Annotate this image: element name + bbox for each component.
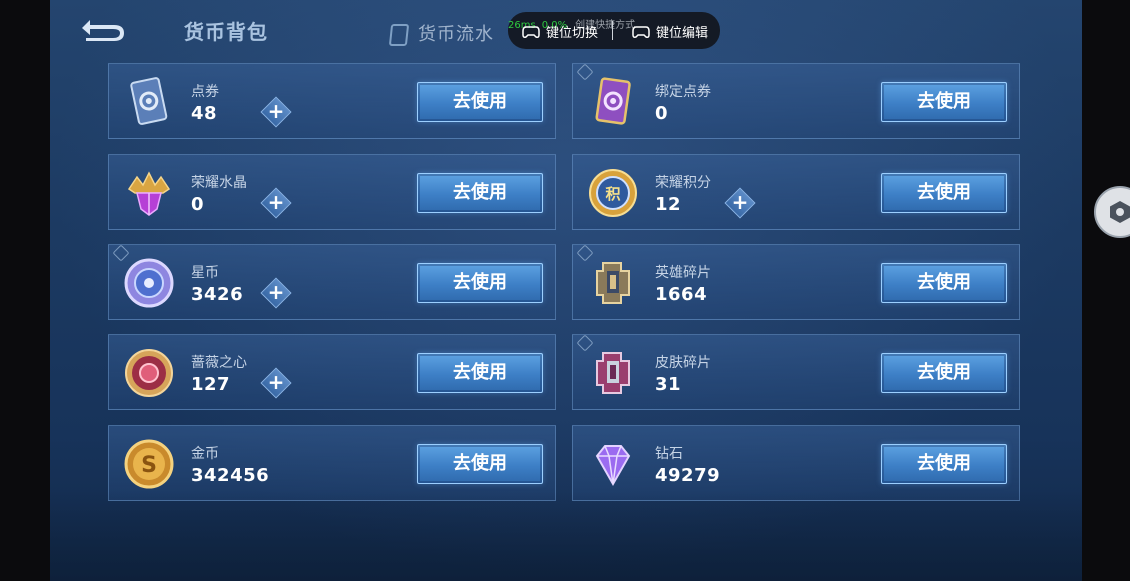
use-button[interactable]: 去使用 (881, 444, 1007, 484)
svg-text:S: S (141, 453, 157, 478)
plus-icon: + (267, 99, 285, 123)
hexagon-icon (1110, 201, 1130, 223)
plus-icon: + (267, 280, 285, 304)
rose-heart-icon (125, 349, 173, 397)
currency-card-ticket: 点券 48 + 去使用 (108, 63, 556, 139)
tab-currency-flow-label: 货币流水 (418, 24, 494, 45)
key-edit-button[interactable]: 键位编辑 (632, 22, 708, 41)
currency-card-rose-heart: 蔷薇之心 127 + 去使用 (108, 334, 556, 410)
use-button[interactable]: 去使用 (417, 173, 543, 213)
floating-assist-button[interactable] (1094, 186, 1130, 238)
currency-card-glory-points: 积 荣耀积分 12 + 去使用 (572, 154, 1020, 230)
plus-icon: + (267, 370, 285, 394)
currency-value: 0 (191, 194, 205, 215)
currency-card-bound-ticket: 绑定点券 0 去使用 (572, 63, 1020, 139)
plus-icon: + (267, 190, 285, 214)
use-button[interactable]: 去使用 (881, 263, 1007, 303)
currency-value: 48 (191, 103, 218, 124)
use-button[interactable]: 去使用 (417, 263, 543, 303)
currency-value: 3426 (191, 284, 244, 305)
purple-ticket-card-icon (595, 77, 631, 125)
currency-card-hero-shard: 英雄碎片 1664 去使用 (572, 244, 1020, 320)
star-coin-icon (124, 258, 174, 308)
add-rose-heart-button[interactable]: + (260, 367, 292, 399)
key-mapping-toolbar: 26ms 0.0% 创建快捷方式 键位切换 键位编辑 (508, 12, 720, 49)
currency-name: 荣耀积分 (655, 175, 711, 191)
currency-name: 蔷薇之心 (191, 355, 247, 371)
currency-name: 荣耀水晶 (191, 175, 247, 191)
currency-value: 342456 (191, 465, 270, 486)
add-crystal-button[interactable]: + (260, 187, 292, 219)
currency-value: 1664 (655, 284, 708, 305)
toolbar-divider (612, 21, 613, 40)
back-button[interactable] (76, 14, 128, 46)
currency-name: 点券 (191, 84, 219, 100)
use-button[interactable]: 去使用 (417, 444, 543, 484)
currency-card-skin-shard: 皮肤碎片 31 去使用 (572, 334, 1020, 410)
gamepad-icon (632, 25, 650, 38)
hero-shard-icon (596, 262, 630, 304)
currency-card-star-coin: 星币 3426 + 去使用 (108, 244, 556, 320)
add-glory-points-button[interactable]: + (724, 187, 756, 219)
back-arrow-icon (82, 20, 124, 41)
currency-card-crystal: 荣耀水晶 0 + 去使用 (108, 154, 556, 230)
plus-icon: + (731, 190, 749, 214)
gold-coin-icon: S (124, 439, 174, 489)
use-button[interactable]: 去使用 (881, 173, 1007, 213)
currency-name: 英雄碎片 (655, 265, 711, 281)
game-screen: 货币背包 货币流水 点券 48 + 去使用 荣耀水晶 0 + 去使用 星币 34… (50, 0, 1082, 581)
glory-points-medal-icon: 积 (589, 169, 637, 217)
currency-value: 49279 (655, 465, 721, 486)
currency-value: 12 (655, 194, 682, 215)
currency-name: 钻石 (655, 446, 683, 462)
use-button[interactable]: 去使用 (881, 82, 1007, 122)
key-switch-button[interactable]: 键位切换 (522, 22, 598, 41)
use-button[interactable]: 去使用 (417, 353, 543, 393)
skin-shard-icon (596, 352, 630, 394)
gamepad-icon (522, 25, 540, 38)
currency-name: 金币 (191, 446, 219, 462)
currency-name: 绑定点券 (655, 84, 711, 100)
diamond-icon (595, 445, 631, 487)
currency-name: 星币 (191, 265, 219, 281)
flow-doc-icon (388, 24, 410, 46)
add-star-coin-button[interactable]: + (260, 277, 292, 309)
currency-value: 127 (191, 374, 231, 395)
svg-text:积: 积 (605, 185, 620, 203)
ticket-card-icon (130, 77, 168, 125)
add-ticket-button[interactable]: + (260, 96, 292, 128)
currency-card-diamond: 钻石 49279 去使用 (572, 425, 1020, 501)
key-switch-label: 键位切换 (546, 26, 599, 41)
use-button[interactable]: 去使用 (881, 353, 1007, 393)
glory-crystal-icon (127, 171, 171, 216)
currency-name: 皮肤碎片 (655, 355, 711, 371)
tab-currency-bag[interactable]: 货币背包 (184, 16, 268, 45)
use-button[interactable]: 去使用 (417, 82, 543, 122)
tab-currency-flow[interactable]: 货币流水 (388, 20, 494, 46)
currency-card-gold: S 金币 342456 去使用 (108, 425, 556, 501)
currency-value: 31 (655, 374, 682, 395)
key-edit-label: 键位编辑 (656, 26, 709, 41)
currency-value: 0 (655, 103, 669, 124)
